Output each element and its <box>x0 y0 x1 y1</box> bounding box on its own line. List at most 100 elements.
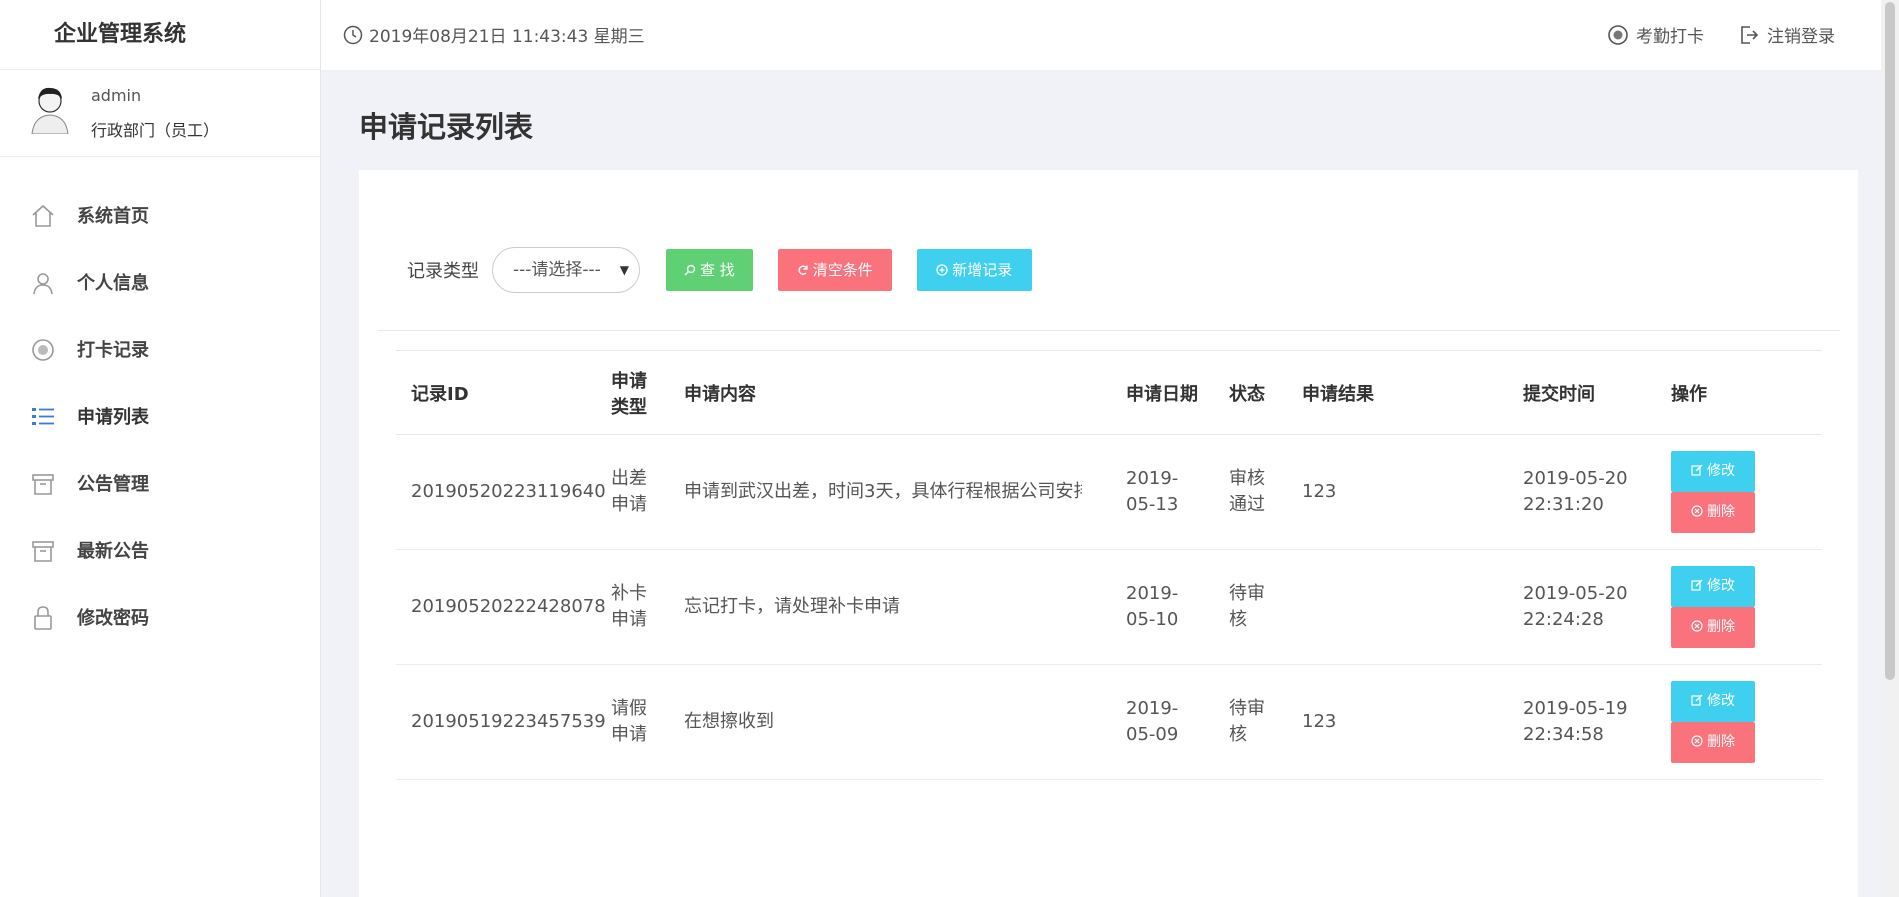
cell-status: 待审核 <box>1229 583 1265 630</box>
clear-filters-button[interactable]: 清空条件 <box>777 249 892 291</box>
records-table: 记录ID 申请类型 申请内容 申请日期 状态 申请结果 提交时间 操作 2019… <box>396 350 1822 780</box>
add-button-label: 新增记录 <box>952 261 1013 279</box>
cell-result: 123 <box>1302 481 1337 502</box>
logout-label: 注销登录 <box>1767 27 1835 47</box>
filter-bar: 记录类型 ---请选择--- ▼ 查 找 清空条件 新增记录 <box>407 247 1057 293</box>
topbar: 2019年08月21日 11:43:43 星期三 考勤打卡 注销登录 <box>321 0 1899 70</box>
sidebar-nav: 系统首页 个人信息 打卡记录 申请列表 公告管理 最新公告 修改密码 <box>0 157 320 652</box>
header-record-id: 记录ID <box>411 383 469 405</box>
header-content: 申请内容 <box>684 383 756 405</box>
cell-type: 请假申请 <box>611 698 647 745</box>
cell-status: 审核通过 <box>1229 468 1265 515</box>
logout-icon <box>1741 25 1759 44</box>
edit-button[interactable]: 修改 <box>1671 566 1755 607</box>
table-row: 20190520223119640 出差申请 申请到武汉出差，时间3天，具体行程… <box>396 435 1822 550</box>
brand-title: 企业管理系统 <box>0 0 320 70</box>
user-department: 行政部门（员工） <box>91 121 220 140</box>
search-button[interactable]: 查 找 <box>666 249 753 291</box>
home-icon <box>32 204 54 227</box>
current-datetime: 2019年08月21日 11:43:43 星期三 <box>343 22 645 47</box>
divider <box>377 330 1840 331</box>
cell-record-id: 20190519223457539 <box>411 711 606 732</box>
cell-content: 忘记打卡，请处理补卡申请 <box>684 596 900 617</box>
cell-type: 出差申请 <box>611 468 647 515</box>
cell-content: 在想擦收到 <box>684 711 774 732</box>
cell-date: 2019-05-13 <box>1126 468 1179 515</box>
list-icon <box>32 408 54 425</box>
cell-result: 123 <box>1302 711 1337 732</box>
close-circle-icon <box>1691 620 1703 632</box>
search-icon <box>684 264 696 276</box>
record-type-label: 记录类型 <box>407 261 479 282</box>
clock-icon <box>343 25 363 44</box>
user-panel: admin 行政部门（员工） <box>0 70 320 157</box>
table-header-row: 记录ID 申请类型 申请内容 申请日期 状态 申请结果 提交时间 操作 <box>396 350 1822 435</box>
cell-submitted: 2019-05-20 22:24:28 <box>1523 583 1628 630</box>
sidebar-item-label: 申请列表 <box>77 407 149 428</box>
user-icon <box>33 273 53 295</box>
clear-button-label: 清空条件 <box>812 261 873 279</box>
header-result: 申请结果 <box>1302 383 1374 405</box>
records-card: 记录类型 ---请选择--- ▼ 查 找 清空条件 新增记录 记录ID 申请类型… <box>359 170 1858 897</box>
header-actions: 操作 <box>1671 383 1707 405</box>
delete-button[interactable]: 删除 <box>1671 492 1755 533</box>
page-scrollbar[interactable] <box>1881 0 1899 897</box>
datetime-text: 2019年08月21日 11:43:43 星期三 <box>369 27 645 47</box>
cell-submitted: 2019-05-20 22:31:20 <box>1523 468 1628 515</box>
checkin-link[interactable]: 考勤打卡 <box>1607 22 1704 47</box>
edit-icon <box>1691 579 1703 591</box>
logout-link[interactable]: 注销登录 <box>1738 22 1835 47</box>
sidebar-item-profile[interactable]: 个人信息 <box>0 250 320 317</box>
dropdown-arrow-icon: ▼ <box>619 263 629 277</box>
header-status: 状态 <box>1229 383 1265 405</box>
sidebar-item-label: 系统首页 <box>77 206 149 227</box>
clock-badge-icon <box>32 339 54 361</box>
search-button-label: 查 找 <box>700 261 735 279</box>
cell-status: 待审核 <box>1229 698 1265 745</box>
cell-date: 2019-05-09 <box>1126 698 1179 745</box>
cell-record-id: 20190520223119640 <box>411 481 606 502</box>
delete-button[interactable]: 删除 <box>1671 722 1755 763</box>
sidebar-item-label: 个人信息 <box>77 273 149 294</box>
page-title: 申请记录列表 <box>359 110 534 144</box>
user-name: admin <box>91 86 142 105</box>
delete-button[interactable]: 删除 <box>1671 607 1755 648</box>
sidebar-item-label: 公告管理 <box>77 474 149 495</box>
header-date: 申请日期 <box>1126 383 1198 405</box>
cell-actions: 修改 删除 <box>1671 435 1822 550</box>
avatar <box>31 87 69 134</box>
clock-badge-icon <box>1608 24 1628 45</box>
cell-type: 补卡申请 <box>611 583 647 630</box>
cell-content: 申请到武汉出差，时间3天，具体行程根据公司安排 <box>684 481 1082 502</box>
cell-actions: 修改 删除 <box>1671 550 1822 665</box>
cell-date: 2019-05-10 <box>1126 583 1179 630</box>
archive-icon <box>32 474 54 495</box>
sidebar-item-label: 修改密码 <box>77 608 149 629</box>
cell-submitted: 2019-05-19 22:34:58 <box>1523 698 1628 745</box>
archive-icon <box>32 541 54 562</box>
sidebar-item-latest-announcements[interactable]: 最新公告 <box>0 518 320 585</box>
header-submitted: 提交时间 <box>1523 383 1595 405</box>
sidebar-item-checkin-records[interactable]: 打卡记录 <box>0 317 320 384</box>
cell-actions: 修改 删除 <box>1671 665 1822 780</box>
scrollbar-thumb[interactable] <box>1885 2 1895 680</box>
record-type-select[interactable]: ---请选择--- ▼ <box>492 247 640 293</box>
sidebar-item-home[interactable]: 系统首页 <box>0 183 320 250</box>
edit-button[interactable]: 修改 <box>1671 451 1755 492</box>
cell-record-id: 20190520222428078 <box>411 596 606 617</box>
table-row: 20190520222428078 补卡申请 忘记打卡，请处理补卡申请 2019… <box>396 550 1822 665</box>
lock-icon <box>34 606 52 630</box>
add-record-button[interactable]: 新增记录 <box>916 249 1032 291</box>
checkin-label: 考勤打卡 <box>1636 27 1704 47</box>
plus-circle-icon <box>936 264 948 276</box>
select-value: ---请选择--- <box>513 260 601 280</box>
edit-icon <box>1691 464 1703 476</box>
sidebar-item-announcement-management[interactable]: 公告管理 <box>0 451 320 518</box>
cell-result <box>1302 550 1523 665</box>
sidebar-item-change-password[interactable]: 修改密码 <box>0 585 320 652</box>
sidebar: 企业管理系统 admin 行政部门（员工） 系统首页 个人信息 打卡记录 申请列… <box>0 0 321 897</box>
table-row: 20190519223457539 请假申请 在想擦收到 2019-05-09 … <box>396 665 1822 780</box>
edit-button[interactable]: 修改 <box>1671 681 1755 722</box>
top-actions: 考勤打卡 注销登录 <box>1607 22 1835 47</box>
sidebar-item-application-list[interactable]: 申请列表 <box>0 384 320 451</box>
